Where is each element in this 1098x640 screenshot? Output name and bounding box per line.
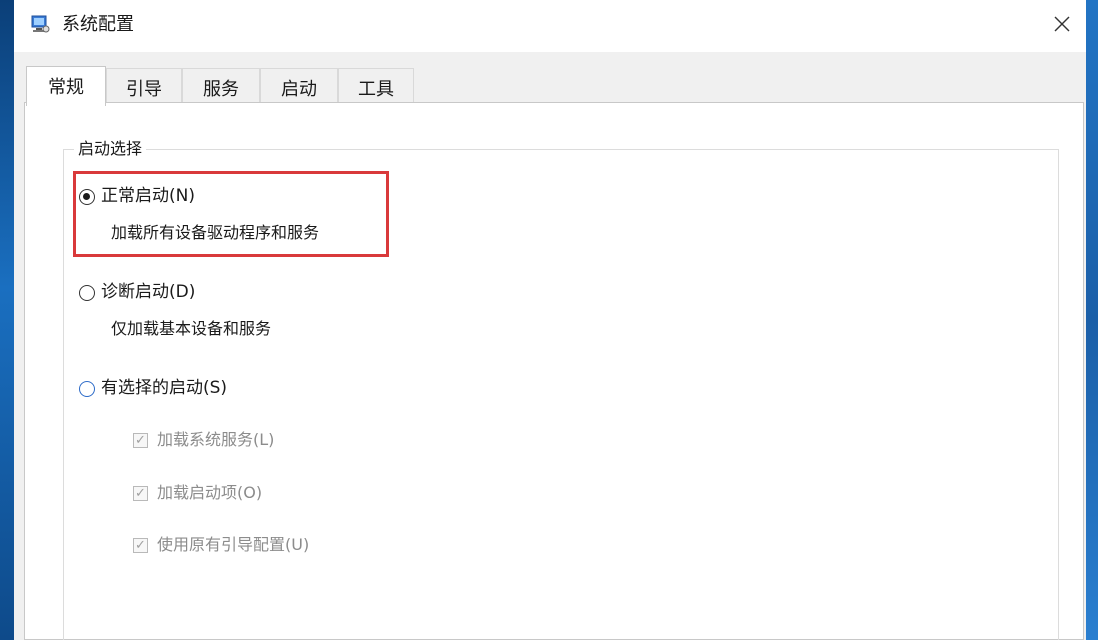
normal-startup-label[interactable]: 正常启动(N) xyxy=(101,185,195,207)
window-title: 系统配置 xyxy=(62,14,134,35)
normal-startup-radio[interactable] xyxy=(79,189,95,205)
diagnostic-startup-radio[interactable] xyxy=(79,285,95,301)
load-startup-items-checkbox[interactable]: ✓ xyxy=(133,486,148,501)
load-system-services-checkbox[interactable]: ✓ xyxy=(133,433,148,448)
tab-label: 引导 xyxy=(126,79,162,100)
tab-startup[interactable]: 启动 xyxy=(260,68,338,104)
tab-label: 服务 xyxy=(203,79,239,100)
diagnostic-startup-label[interactable]: 诊断启动(D) xyxy=(101,281,195,303)
group-title: 启动选择 xyxy=(74,138,147,160)
diagnostic-startup-description: 仅加载基本设备和服务 xyxy=(111,319,272,338)
tab-general[interactable]: 常规 xyxy=(26,66,106,106)
tab-label: 工具 xyxy=(358,79,394,100)
selective-startup-radio[interactable] xyxy=(79,381,95,397)
desktop-background-left xyxy=(0,0,14,640)
tab-tools[interactable]: 工具 xyxy=(338,68,414,104)
normal-startup-description: 加载所有设备驱动程序和服务 xyxy=(111,223,320,242)
selective-startup-label[interactable]: 有选择的启动(S) xyxy=(101,377,227,399)
title-bar[interactable]: 系统配置 xyxy=(14,0,1086,52)
load-system-services-label: 加载系统服务(L) xyxy=(157,430,275,449)
use-original-boot-config-label: 使用原有引导配置(U) xyxy=(157,535,310,554)
tab-body: 启动选择 正常启动(N) 加载所有设备驱动程序和服务 诊断启动(D) 仅加载基本… xyxy=(14,102,1086,640)
desktop-background-right xyxy=(1086,0,1098,640)
close-button[interactable] xyxy=(1042,8,1082,44)
tab-services[interactable]: 服务 xyxy=(182,68,260,104)
tab-boot[interactable]: 引导 xyxy=(106,68,182,104)
system-config-window: 系统配置 常规 引导 服务 启动 工具 启动选择 正常启动(N) 加载所有设备驱… xyxy=(14,0,1086,640)
msconfig-icon xyxy=(30,14,50,34)
tab-label: 启动 xyxy=(281,79,317,100)
close-icon xyxy=(1053,15,1071,37)
use-original-boot-config-checkbox[interactable]: ✓ xyxy=(133,538,148,553)
tab-strip: 常规 引导 服务 启动 工具 xyxy=(14,52,1086,106)
load-startup-items-label: 加载启动项(O) xyxy=(157,483,263,502)
general-tab-page: 启动选择 正常启动(N) 加载所有设备驱动程序和服务 诊断启动(D) 仅加载基本… xyxy=(24,102,1084,640)
tab-label: 常规 xyxy=(48,77,84,98)
